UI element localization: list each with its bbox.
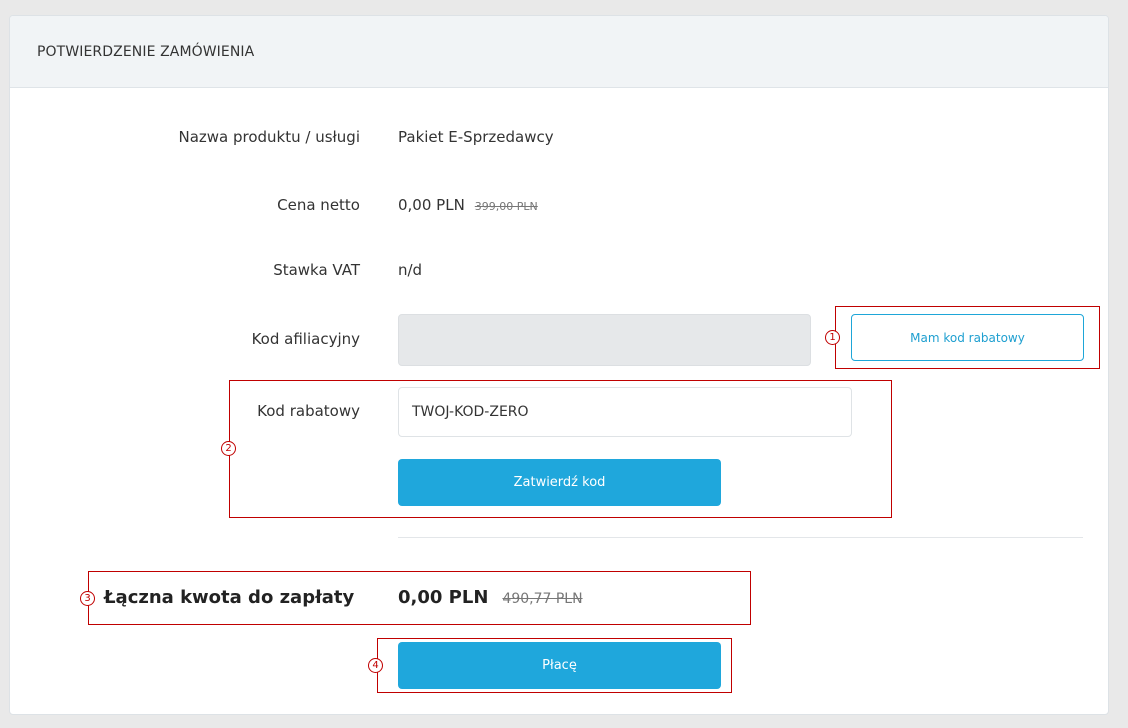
product-value: Pakiet E-Sprzedawcy — [398, 128, 554, 146]
affiliate-code-label: Kod afiliacyjny — [251, 330, 360, 348]
discount-code-input[interactable]: TWOJ-KOD-ZERO — [398, 387, 852, 437]
total-value: 0,00 PLN — [398, 587, 489, 608]
vat-value: n/d — [398, 261, 423, 279]
have-discount-code-button[interactable]: Mam kod rabatowy — [851, 314, 1084, 361]
net-price-value: 0,00 PLN 399,00 PLN — [398, 196, 538, 214]
order-confirmation-card: POTWIERDZENIE ZAMÓWIENIA Nazwa produktu … — [9, 15, 1109, 715]
affiliate-code-input — [398, 314, 811, 366]
pay-button[interactable]: Płacę — [398, 642, 721, 689]
divider — [398, 537, 1083, 538]
annotation-marker-3: 3 — [80, 591, 95, 606]
total-old-value: 490,77 PLN — [502, 591, 583, 607]
page-title: POTWIERDZENIE ZAMÓWIENIA — [37, 43, 255, 60]
vat-label: Stawka VAT — [273, 261, 360, 279]
net-price-old: 399,00 PLN — [474, 200, 538, 213]
discount-code-label: Kod rabatowy — [257, 402, 360, 420]
net-price-label: Cena netto — [277, 196, 360, 214]
annotation-marker-4: 4 — [368, 658, 383, 673]
net-price-current: 0,00 PLN — [398, 196, 465, 214]
total-amount: 0,00 PLN 490,77 PLN — [398, 587, 583, 608]
product-label: Nazwa produktu / usługi — [178, 128, 360, 146]
annotation-marker-2: 2 — [221, 441, 236, 456]
card-header: POTWIERDZENIE ZAMÓWIENIA — [10, 16, 1108, 88]
annotation-marker-1: 1 — [825, 330, 840, 345]
total-label: Łączna kwota do zapłaty — [104, 587, 355, 608]
confirm-code-button[interactable]: Zatwierdź kod — [398, 459, 721, 506]
